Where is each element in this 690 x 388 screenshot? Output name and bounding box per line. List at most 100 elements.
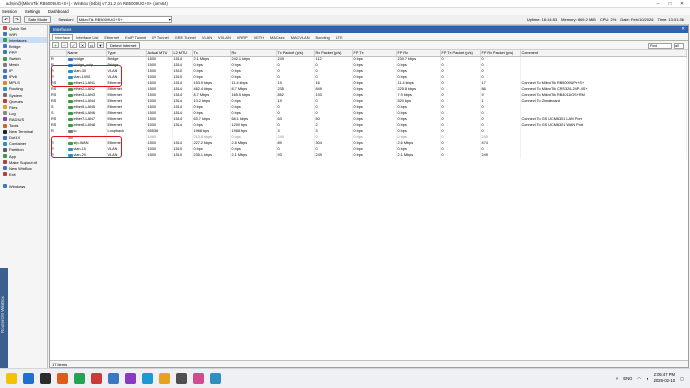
- safe-mode-button[interactable]: Safe Mode: [24, 16, 52, 23]
- taskbar-app-icon[interactable]: [159, 373, 170, 384]
- menu-item-icon: [3, 80, 7, 85]
- sidebar-item-label: Make Supout.rif: [9, 159, 38, 165]
- menu-item-icon: [3, 26, 7, 31]
- menu-item-icon: [3, 147, 7, 152]
- sidebar-item-label: Routing: [9, 86, 23, 92]
- interface-icon: [67, 87, 73, 91]
- tab[interactable]: LTE: [333, 34, 346, 40]
- cell-fprxp: 249: [480, 152, 521, 158]
- language-indicator[interactable]: ENG: [623, 376, 632, 381]
- menu-item-icon: [3, 178, 7, 182]
- maximize-icon[interactable]: □: [664, 0, 676, 8]
- menu-settings[interactable]: Settings: [25, 9, 40, 14]
- interface-name-text: ether4-LAN4: [73, 99, 96, 103]
- taskbar-app-icon[interactable]: [193, 373, 204, 384]
- minimize-icon[interactable]: –: [652, 0, 664, 8]
- sidebar-item-label: New WinBox: [9, 165, 32, 171]
- system-tray: ˄ ENG ◠ ◖ 2:05:47 PM 2026-02-10 ▢: [616, 372, 684, 384]
- menu-item-icon: [3, 38, 7, 43]
- sidebar-item[interactable]: Windows: [0, 183, 47, 189]
- taskbar-app-icon[interactable]: [6, 373, 17, 384]
- uptime-text: Uptime: 16:14:53: [526, 17, 558, 22]
- interface-name-text: ether8-LAN8: [73, 123, 96, 127]
- menu-item-icon: [3, 44, 7, 49]
- taskbar-app-icon[interactable]: [23, 373, 34, 384]
- session-label: Session:: [58, 17, 74, 22]
- tab[interactable]: IP Tunnel: [149, 34, 171, 40]
- taskbar-app-icon[interactable]: [176, 373, 187, 384]
- taskbar-app-icon[interactable]: [40, 373, 51, 384]
- tab[interactable]: Ethernet: [101, 34, 122, 40]
- menu-item-icon: [3, 117, 7, 122]
- sidebar-item-label: IPv6: [9, 74, 18, 80]
- interface-icon: [67, 129, 73, 133]
- filter-icon[interactable]: ▼: [97, 42, 104, 48]
- menu-session[interactable]: Session: [2, 9, 17, 14]
- sidebar-item-label: IP: [9, 68, 13, 74]
- tab[interactable]: VETH: [251, 34, 267, 40]
- taskbar-app-icon[interactable]: [210, 373, 221, 384]
- sidebar-item-label: Quick Set: [9, 25, 27, 31]
- sidebar-item-label: Switch: [9, 56, 21, 62]
- redo-icon[interactable]: ↷: [13, 16, 21, 23]
- tab[interactable]: GRE Tunnel: [172, 34, 199, 40]
- interface-tabs: Interface Interface List Ethernet EoIP Tunn…: [50, 33, 688, 41]
- tab[interactable]: VXLAN: [215, 34, 234, 40]
- close-icon[interactable]: ✕: [676, 0, 688, 8]
- menu-item-icon: [3, 74, 7, 79]
- taskbar: ˄ ENG ◠ ◖ 2:05:47 PM 2026-02-10 ▢: [0, 368, 690, 388]
- taskbar-app-icon[interactable]: [108, 373, 119, 384]
- tray-clock[interactable]: 2:05:47 PM 2026-02-10: [654, 372, 675, 384]
- menu-item-icon: [3, 32, 7, 37]
- sidebar: Quick Set WiFi Interfaces Bridge PPP Switch Me…: [0, 25, 48, 368]
- remove-icon[interactable]: −: [61, 42, 68, 48]
- add-icon[interactable]: +: [52, 42, 59, 48]
- tab[interactable]: Interface: [52, 34, 74, 40]
- taskbar-app-icon[interactable]: [125, 373, 136, 384]
- chevron-up-icon[interactable]: ˄: [616, 376, 618, 381]
- undo-icon[interactable]: ↶: [2, 16, 10, 23]
- menu-item-icon: [3, 105, 7, 110]
- enable-icon[interactable]: ✓: [70, 42, 77, 48]
- menu-dashboard[interactable]: Dashboard: [48, 9, 69, 14]
- find-scope-select[interactable]: all: [674, 42, 684, 49]
- taskbar-app-icon[interactable]: [142, 373, 153, 384]
- sidebar-item-label: PPP: [9, 49, 18, 55]
- comment-icon[interactable]: ▭: [88, 42, 95, 48]
- sidebar-item-label: Files: [9, 104, 18, 110]
- cell-mtu: 1500: [146, 152, 173, 158]
- taskbar-app-icon[interactable]: [74, 373, 85, 384]
- interface-name-text: ether6-LAN6: [73, 111, 96, 115]
- taskbar-app-icon[interactable]: [57, 373, 68, 384]
- notification-icon[interactable]: ▢: [680, 376, 684, 381]
- wifi-icon[interactable]: ◠: [637, 376, 641, 381]
- disable-icon[interactable]: ✕: [79, 42, 86, 48]
- menu-item-icon: [3, 111, 7, 116]
- close-icon[interactable]: ✕: [681, 26, 685, 32]
- table-row[interactable]: Rvlan-20 VLAN 1500 1510 235.1 kbps 2.1 Mbps 93…: [50, 152, 687, 158]
- tab[interactable]: MACsec: [267, 34, 288, 40]
- date-text: Date: Feb/10/2026: [620, 17, 654, 22]
- volume-icon[interactable]: ◖: [646, 376, 649, 381]
- tab[interactable]: MACVLAN: [288, 34, 313, 40]
- cell-txp: 93: [276, 152, 315, 158]
- cpu-text: CPU: 2%: [599, 17, 617, 22]
- interface-name: ether7-LAN7: [67, 117, 106, 121]
- cell-rxp: 249: [314, 152, 353, 158]
- tab[interactable]: VRRP: [234, 34, 251, 40]
- detect-internet-button[interactable]: Detect Internet: [106, 41, 141, 49]
- tab[interactable]: VLAN: [199, 34, 215, 40]
- tab[interactable]: Interface List: [73, 34, 101, 40]
- sidebar-item-label: New Terminal: [9, 129, 34, 135]
- menu-item-icon: [3, 166, 7, 171]
- interface-name: ether8-LAN8: [67, 123, 106, 127]
- tab[interactable]: Bonding: [313, 34, 333, 40]
- find-input[interactable]: Find: [648, 42, 672, 49]
- interface-name: ether2-LAN2: [67, 87, 106, 91]
- taskbar-app-icon[interactable]: [91, 373, 102, 384]
- highlight-vlan-group-1: [51, 65, 122, 87]
- session-select[interactable]: MikroTik RB5009UG+S+ ▾: [76, 16, 172, 23]
- tab[interactable]: EoIP Tunnel: [122, 34, 149, 40]
- interface-name: ether3-LAN3: [67, 93, 106, 97]
- interface-name-text: ether2-LAN2: [73, 87, 96, 91]
